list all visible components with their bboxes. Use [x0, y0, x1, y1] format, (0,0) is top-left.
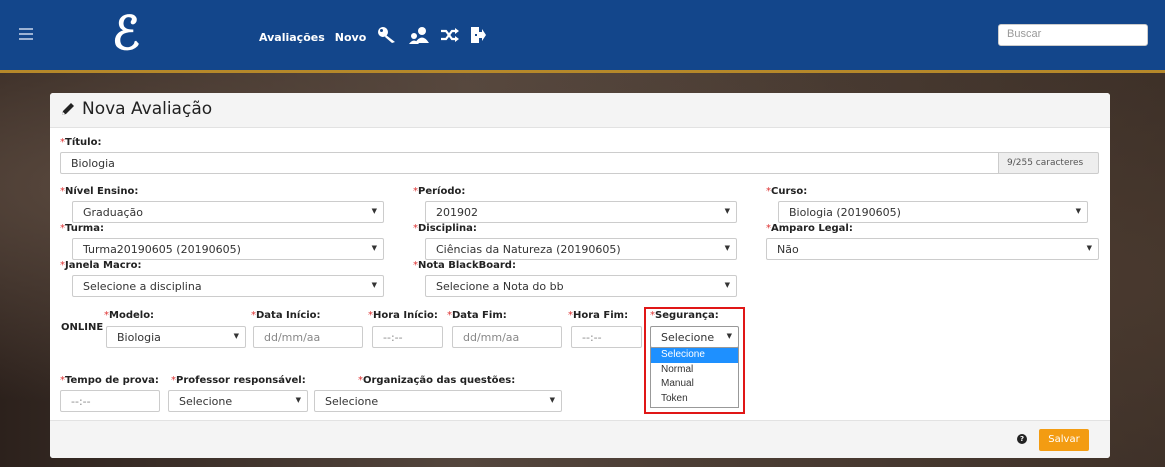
nota-blackboard-label: *Nota BlackBoard:	[413, 260, 516, 271]
periodo-label: *Período:	[413, 186, 466, 197]
online-label: ONLINE	[61, 322, 104, 333]
save-button[interactable]: Salvar	[1039, 429, 1089, 451]
question-circle-icon[interactable]: ?	[1017, 434, 1027, 444]
janela-macro-select[interactable]: Selecione a disciplina	[72, 275, 384, 297]
modelo-select[interactable]: Biologia	[106, 326, 246, 348]
professor-select[interactable]: Selecione	[168, 390, 308, 412]
organizacao-label: *Organização das questões:	[358, 375, 516, 386]
organizacao-select[interactable]: Selecione	[314, 390, 562, 412]
seguranca-option-normal[interactable]: Normal	[651, 363, 738, 378]
hora-fim-label: *Hora Fim:	[568, 310, 629, 321]
card-footer	[50, 420, 1110, 458]
sign-out-icon[interactable]	[470, 26, 487, 48]
data-inicio-input[interactable]: dd/mm/aa	[253, 326, 363, 348]
janela-macro-label: *Janela Macro:	[60, 260, 142, 271]
page-title-text: Nova Avaliação	[82, 99, 213, 119]
professor-label: *Professor responsável:	[171, 375, 306, 386]
new-evaluation-card: Nova Avaliação *Título: Biologia 9/255 c…	[50, 93, 1110, 458]
nav-link-avaliacoes[interactable]: Avaliações	[259, 31, 325, 44]
hora-inicio-label: *Hora Início:	[368, 310, 438, 321]
amparo-legal-label: *Amparo Legal:	[766, 223, 853, 234]
tempo-prova-label: *Tempo de prova:	[60, 375, 159, 386]
nav-link-novo[interactable]: Novo	[335, 31, 367, 44]
data-fim-input[interactable]: dd/mm/aa	[452, 326, 562, 348]
seguranca-option-manual[interactable]: Manual	[651, 377, 738, 392]
nav-links: Avaliações Novo	[259, 26, 487, 48]
amparo-legal-select[interactable]: Não	[766, 238, 1099, 260]
hora-inicio-input[interactable]: --:--	[372, 326, 443, 348]
card-header: Nova Avaliação	[50, 93, 1110, 128]
titulo-label: *Título:	[60, 137, 102, 148]
curso-label: *Curso:	[766, 186, 808, 197]
search-input[interactable]: Buscar	[998, 24, 1148, 46]
titulo-input[interactable]: Biologia	[60, 152, 999, 174]
data-fim-label: *Data Fim:	[447, 310, 507, 321]
seguranca-option-selecione[interactable]: Selecione	[651, 348, 738, 363]
seguranca-label: *Segurança:	[650, 310, 719, 321]
periodo-select[interactable]: 201902	[425, 201, 737, 223]
key-user-icon[interactable]	[376, 26, 398, 48]
turma-select[interactable]: Turma20190605 (20190605)	[72, 238, 384, 260]
page-title: Nova Avaliação	[60, 99, 212, 119]
seguranca-option-token[interactable]: Token	[651, 392, 738, 407]
top-navbar: ℰ Avaliações Novo Buscar	[0, 0, 1165, 73]
nota-blackboard-select[interactable]: Selecione a Nota do bb	[425, 275, 737, 297]
pencil-icon	[62, 103, 74, 115]
disciplina-select[interactable]: Ciências da Natureza (20190605)	[425, 238, 737, 260]
turma-label: *Turma:	[60, 223, 104, 234]
seguranca-select[interactable]: Selecione	[650, 326, 739, 348]
titulo-char-counter: 9/255 caracteres	[998, 152, 1099, 174]
data-inicio-label: *Data Início:	[251, 310, 321, 321]
hamburger-menu-icon[interactable]	[19, 28, 33, 43]
tempo-prova-input[interactable]: --:--	[60, 390, 160, 412]
seguranca-dropdown: Selecione Normal Manual Token	[650, 347, 739, 408]
shuffle-icon[interactable]	[440, 27, 460, 47]
disciplina-label: *Disciplina:	[413, 223, 477, 234]
nivel-ensino-label: *Nível Ensino:	[60, 186, 139, 197]
logo[interactable]: ℰ	[112, 6, 140, 60]
nivel-ensino-select[interactable]: Graduação	[72, 201, 384, 223]
modelo-label: *Modelo:	[104, 310, 155, 321]
curso-select[interactable]: Biologia (20190605)	[778, 201, 1088, 223]
users-icon[interactable]	[408, 26, 430, 48]
hora-fim-input[interactable]: --:--	[571, 326, 642, 348]
